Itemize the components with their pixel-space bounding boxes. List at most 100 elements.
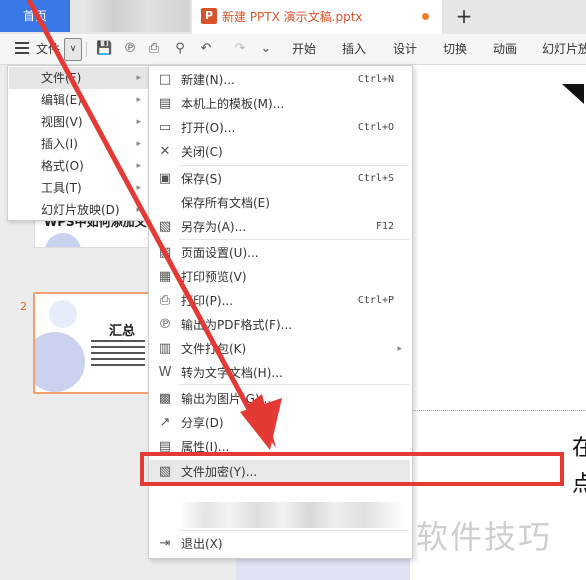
file-menu-item[interactable]: 保存所有文档(E) [149,191,410,215]
slide-thumbnail-title: 汇总 [109,324,136,339]
file-menu-item[interactable]: □ 新建(N)... Ctrl+N [149,68,410,92]
submenu-arrow-icon: ▸ [136,183,141,193]
presentation-file-icon: P [201,8,217,24]
highlight-box [140,452,564,486]
file-menu-item-label: 另存为(A)... [181,220,247,234]
template-icon: ▤ [158,96,172,111]
file-menu-item[interactable]: ↗ 分享(D) [149,411,410,435]
tab-blurred[interactable] [82,0,190,32]
file-menu-item-label: 页面设置(U)... [181,246,259,260]
file-menu-item-label: 分享(D) [181,416,224,430]
file-menu-item[interactable]: ▣ 保存(S) Ctrl+S [149,167,410,191]
file-menu-item[interactable]: ▭ 打开(O)... Ctrl+O [149,116,410,140]
tab-animation[interactable]: 动画 [493,34,517,64]
file-menu-item-label: 退出(X) [181,537,223,551]
menu-item-format[interactable]: 格式(O) ▸ [9,155,148,177]
to-word-icon: W [158,365,172,380]
watermark-text: 软件技巧 [416,518,553,556]
ribbon: 文件 ∨ 💾 ℗ ⎙ ⚲ ↶ ↷ ⌄ 开始 插入 设计 切换 动画 幻灯片放 [0,34,586,65]
file-menu-item-label: 打印预览(V) [181,270,247,284]
exit-icon: ⇥ [159,536,171,551]
file-menu-item[interactable]: ⇥ 退出(X) [149,532,410,556]
file-menu-item[interactable]: ⎙ 打印(P)... Ctrl+P [149,289,410,313]
shortcut-hint: Ctrl+O [357,122,394,133]
tab-bar: 首页 P 新建 PPTX 演示文稿.pptx + [0,0,586,34]
share-icon: ↗ [159,415,171,430]
file-menu-item[interactable]: W 转为文字文档(H)... [149,361,410,385]
file-menu-item-label: 本机上的模板(M)... [181,97,285,111]
slide-decoration [49,300,77,328]
slide-text-fragment: 点 [572,472,586,497]
package-icon: ▥ [158,341,172,356]
menu-item-tools[interactable]: 工具(T) ▸ [9,177,148,199]
redo-icon[interactable]: ↷ [232,41,248,57]
undo-icon[interactable]: ↶ [198,41,214,57]
menu-item-file[interactable]: 文件(F) ▸ [9,67,148,89]
save-icon[interactable]: 💾 [96,41,112,57]
menu-divider [179,530,409,531]
file-menu-item-label: 保存(S) [181,172,222,186]
file-menu-item[interactable]: ▩ 输出为图片(G)... [149,387,410,411]
menu-item-label: 格式(O) [41,159,84,173]
hamburger-menu-icon[interactable] [15,42,29,54]
file-menu-item[interactable]: ▤ 本机上的模板(M)... [149,92,410,116]
submenu-arrow-icon: ▸ [397,344,402,354]
file-menu-item[interactable]: ▥ 文件打包(K) ▸ [149,337,410,361]
submenu-arrow-icon: ▸ [136,139,141,149]
tab-home[interactable]: 首页 [0,0,70,32]
tab-document[interactable]: P 新建 PPTX 演示文稿.pptx [192,0,442,34]
menu-item-view[interactable]: 视图(V) ▸ [9,111,148,133]
menu-item-label: 幻灯片放映(D) [41,203,120,217]
file-menu-item-label: 打开(O)... [181,121,236,135]
file-menu-item[interactable]: ▧ 另存为(A)... F12 [149,215,410,239]
file-menu-item-label: 输出为PDF格式(F)... [181,318,293,332]
shortcut-hint: Ctrl+N [357,74,394,85]
menu-item-label: 工具(T) [41,181,82,195]
tab-slideshow[interactable]: 幻灯片放 [542,34,586,64]
ribbon-divider [86,42,87,57]
export-pdf-icon[interactable]: ℗ [122,41,138,57]
menu-item-label: 编辑(E) [41,93,82,107]
file-menu-button[interactable]: 文件 [36,34,60,64]
tab-transition[interactable]: 切换 [443,34,467,64]
slide-thumbnail-bullets [91,340,145,370]
file-menu-item[interactable]: ▨ 页面设置(U)... [149,241,410,265]
menu-item-slideshow[interactable]: 幻灯片放映(D) ▸ [9,199,148,221]
menu-item-label: 插入(I) [41,137,78,151]
chevron-down-icon[interactable]: ∨ [64,38,82,61]
print-icon[interactable]: ⎙ [146,41,162,57]
slide-decoration [35,332,85,392]
submenu-arrow-icon: ▸ [136,205,141,215]
customize-dropdown-icon[interactable]: ⌄ [258,41,274,57]
file-menu-item-label: 保存所有文档(E) [181,196,270,210]
file-menu-item-label: 文件打包(K) [181,342,247,356]
blurred-menu-item[interactable] [179,502,405,528]
print-preview-icon[interactable]: ⚲ [172,41,188,57]
file-menu-item[interactable]: ▦ 打印预览(V) [149,265,410,289]
submenu-arrow-icon: ▸ [136,95,141,105]
menu-item-insert[interactable]: 插入(I) ▸ [9,133,148,155]
shortcut-hint: F12 [375,221,394,232]
new-tab-button[interactable]: + [452,0,476,34]
file-menu-item-label: 新建(N)... [181,73,235,87]
tab-insert[interactable]: 插入 [342,34,366,64]
file-menu-item-label: 打印(P)... [181,294,234,308]
save-as-icon: ▧ [158,219,172,234]
file-menu-item[interactable]: ✕ 关闭(C) [149,140,410,164]
print-icon: ⎙ [159,293,171,308]
tab-start[interactable]: 开始 [292,34,316,64]
new-file-icon: □ [158,72,172,87]
menu-item-edit[interactable]: 编辑(E) ▸ [9,89,148,111]
tab-design[interactable]: 设计 [393,34,417,64]
menu-item-label: 视图(V) [41,115,83,129]
slide-text-fragment: 在 [572,436,586,461]
file-menu-item[interactable]: ℗ 输出为PDF格式(F)... [149,313,410,337]
export-image-icon: ▩ [158,391,172,406]
file-menu-item-label: 关闭(C) [181,145,223,159]
menu-item-label: 文件(F) [41,71,82,85]
slide-thumbnail-2[interactable]: 汇总 [33,292,153,394]
menu-divider [179,165,409,166]
menu-divider [179,239,409,240]
submenu-arrow-icon: ▸ [136,73,141,83]
submenu-arrow-icon: ▸ [136,117,141,127]
